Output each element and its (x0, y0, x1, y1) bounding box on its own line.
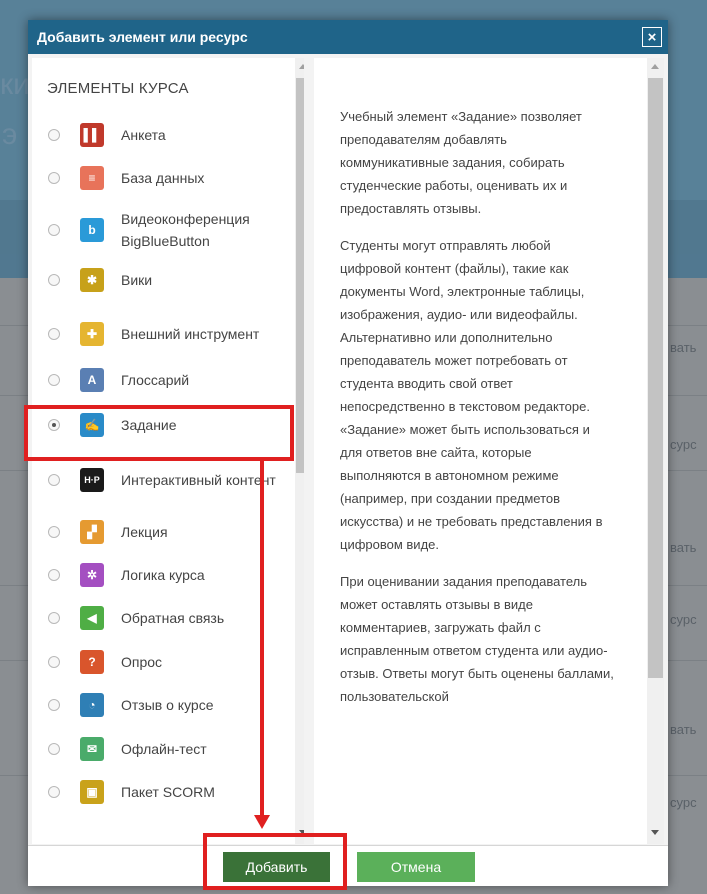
scorm-icon: ▣ (80, 780, 104, 804)
activity-radio[interactable] (48, 743, 60, 755)
activity-radio[interactable] (48, 526, 60, 538)
activity-item[interactable]: ▌▌ Анкета (32, 120, 304, 150)
activity-radio[interactable] (48, 656, 60, 668)
activity-radio[interactable] (48, 374, 60, 386)
envelope-icon: ✉ (80, 737, 104, 761)
glossary-icon: A (80, 368, 104, 392)
close-icon[interactable]: × (642, 27, 662, 47)
activity-radio[interactable] (48, 172, 60, 184)
activity-label: Внешний инструмент (121, 326, 260, 342)
activity-item[interactable]: ≡ База данных (32, 163, 304, 193)
highlight-box-add-button (203, 833, 347, 890)
description-scrollbar-thumb[interactable] (648, 78, 663, 678)
activity-radio[interactable] (48, 328, 60, 340)
database-icon: ≡ (80, 166, 104, 190)
description-paragraph: Студенты могут отправлять любой цифровой… (340, 238, 603, 552)
dialog-header: Добавить элемент или ресурс × (28, 20, 668, 54)
dialog-footer: Добавить Отмена (28, 846, 668, 886)
activity-radio[interactable] (48, 569, 60, 581)
megaphone-icon: ◀ (80, 606, 104, 630)
chat-bubble-icon: ◔ (80, 693, 104, 717)
activity-radio[interactable] (48, 274, 60, 286)
activity-label: Глоссарий (121, 372, 190, 388)
activity-item[interactable]: b Видеоконференция BigBlueButton (32, 205, 304, 255)
activity-description-pane: Учебный элемент «Задание» позволяет преп… (314, 58, 664, 844)
h5p-icon: H·P (80, 468, 104, 492)
background-fragment: сурс (670, 795, 697, 810)
activity-item[interactable]: A Глоссарий (32, 365, 304, 395)
activity-radio[interactable] (48, 699, 60, 711)
list-heading: ЭЛЕМЕНТЫ КУРСА (47, 80, 189, 97)
activity-label: Видеоконференция BigBlueButton (121, 211, 250, 249)
background-fragment: вать (670, 540, 697, 555)
activity-label: Анкета (121, 127, 166, 143)
scroll-down-arrow-icon[interactable] (651, 830, 659, 835)
background-fragment: э (2, 118, 18, 151)
bigbluebutton-icon: b (80, 218, 104, 242)
activity-description: Учебный элемент «Задание» позволяет преп… (340, 105, 615, 722)
highlight-box-assignment (24, 405, 294, 461)
description-paragraph: При оценивании задания преподаватель мож… (340, 574, 614, 704)
background-fragment: вать (670, 340, 697, 355)
scroll-up-arrow-icon[interactable] (651, 64, 659, 69)
background-fragment: сурс (670, 612, 697, 627)
question-icon: ? (80, 650, 104, 674)
activity-radio[interactable] (48, 224, 60, 236)
background-fragment: сурс (670, 437, 697, 452)
activity-label: Вики (121, 272, 153, 288)
cancel-button[interactable]: Отмена (357, 852, 475, 882)
scroll-up-arrow-icon[interactable] (299, 64, 304, 69)
dialog-title: Добавить элемент или ресурс (37, 29, 248, 45)
puzzle-icon: ✚ (80, 322, 104, 346)
annotation-arrow-line (260, 461, 264, 817)
gear-icon: ✲ (80, 563, 104, 587)
activity-radio[interactable] (48, 786, 60, 798)
activity-radio[interactable] (48, 612, 60, 624)
activity-radio[interactable] (48, 474, 60, 486)
lesson-icon: ▞ (80, 520, 104, 544)
description-paragraph: Учебный элемент «Задание» позволяет преп… (340, 109, 582, 216)
background-fragment: ки (0, 68, 30, 101)
activity-item[interactable]: ✱ Вики (32, 265, 304, 295)
activity-radio[interactable] (48, 129, 60, 141)
annotation-arrow-head (254, 815, 270, 829)
activity-label: База данных (121, 170, 205, 186)
activity-item[interactable]: ✚ Внешний инструмент (32, 309, 304, 359)
survey-icon: ▌▌ (80, 123, 104, 147)
wiki-icon: ✱ (80, 268, 104, 292)
list-scrollbar-thumb[interactable] (296, 78, 304, 473)
background-fragment: вать (670, 722, 697, 737)
